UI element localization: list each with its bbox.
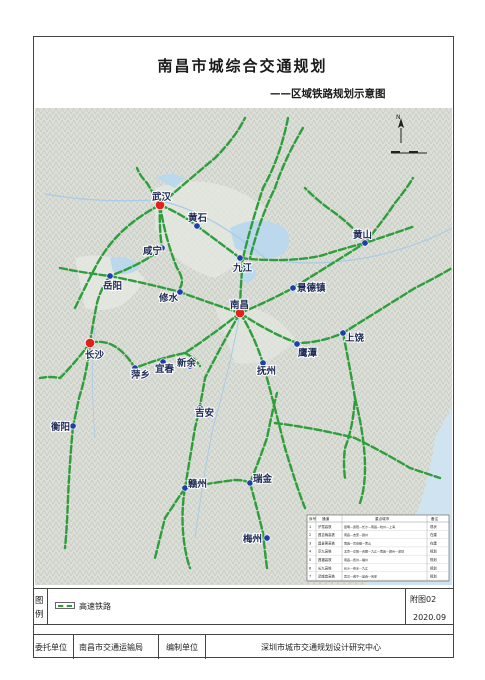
label-huangshi: 黄石 — [188, 212, 208, 224]
table-header-cities: 重点城市 — [375, 516, 390, 521]
table-header-route: 通道 — [322, 516, 330, 521]
label-yueyang: 岳阳 — [103, 280, 122, 292]
svg-text:N: N — [396, 114, 401, 121]
label-major-wuhan: 武汉 — [152, 191, 172, 203]
table-cell-no: 3 — [309, 541, 311, 545]
table-cell-cities: 长沙—修水—九江 — [344, 565, 368, 570]
route-table: 1 沪昆高铁 昆明—贵阳—长沙—南昌—杭州—上海 现状2 昌吉赣高铁 南昌—吉安—赣州 在建… — [306, 514, 450, 582]
table-cell-route: 昌吉赣高铁 — [318, 532, 336, 537]
table-cell-no: 2 — [309, 533, 311, 537]
figure-number: 附图02 — [410, 595, 437, 604]
client-label: 委托单位 — [35, 643, 67, 652]
label-jingdezhen: 景德镇 — [296, 282, 326, 294]
table-cell-route: 昌福高铁 — [318, 557, 332, 562]
label-meizhou: 梅州 — [243, 533, 262, 545]
city-dot-yingtan — [293, 340, 301, 348]
figure-date: 2020.09 — [413, 613, 447, 622]
client-name: 南昌市交通运输局 — [79, 643, 143, 652]
major-city-dot-changsha — [84, 337, 96, 349]
table-cell-cities: 南昌—景德镇—黄山 — [344, 540, 371, 545]
table-cell-note: 现状 — [430, 524, 437, 529]
table-cell-note: 在建 — [430, 532, 437, 537]
label-jiujiang: 九江 — [232, 262, 253, 274]
author-name: 深圳市城市交通规划设计研究中心 — [261, 643, 381, 652]
label-yingtan: 鹰潭 — [298, 347, 318, 359]
table-cell-note: 规划 — [430, 549, 437, 554]
table-header-note: 备注 — [431, 516, 439, 521]
legend-heading: 图例 — [35, 596, 44, 620]
label-xinyu: 新余 — [177, 357, 197, 369]
city-dot-yueyang — [106, 272, 114, 280]
table-cell-cities: 南昌—抚州—福州 — [344, 557, 368, 562]
label-hengyang: 衡阳 — [51, 421, 70, 433]
city-dot-meizhou — [263, 534, 271, 542]
table-cell-cities: 南昌—吉安—赣州 — [344, 532, 368, 537]
table-cell-no: 4 — [309, 550, 311, 554]
legend-item-label: 高速铁路 — [79, 602, 111, 611]
table-cell-note: 规划 — [430, 557, 437, 562]
table-cell-no: 1 — [309, 525, 311, 529]
page-subtitle: ——区域铁路规划示意图 — [270, 88, 386, 100]
table-cell-cities: 北京—阜阳—合肥—九江—南昌—赣州—深圳 — [344, 549, 404, 554]
table-cell-note: 在建 — [430, 540, 437, 545]
label-huangshan: 黄山 — [353, 229, 372, 241]
table-cell-no: 7 — [309, 575, 311, 579]
table-cell-route: 昌景黄高铁 — [318, 540, 336, 545]
city-dot-hengyang — [69, 422, 77, 430]
legend-swatch — [55, 602, 75, 609]
table-cell-cities: 武汉—咸宁—宜春—吉安 — [344, 574, 377, 579]
table-cell-route: 沪昆高铁 — [318, 524, 332, 529]
table-cell-note: 规划 — [430, 574, 437, 579]
table-cell-route: 武咸宜高铁 — [318, 574, 336, 579]
label-fuzhou: 抚州 — [257, 365, 276, 377]
city-dot-jiujiang — [236, 254, 244, 262]
label-xianning: 咸宁 — [142, 245, 163, 257]
table-cell-no: 6 — [309, 566, 311, 570]
table-cell-cities: 昆明—贵阳—长沙—南昌—杭州—上海 — [344, 524, 395, 529]
label-jian: 吉安 — [195, 407, 215, 419]
label-pingxiang: 萍乡 — [131, 369, 150, 381]
table-cell-note: 规划 — [430, 565, 437, 570]
table-cell-no: 5 — [309, 558, 311, 562]
table-cell-route: 京九高铁 — [318, 549, 332, 554]
label-shangrao: 上饶 — [345, 332, 365, 344]
table-header-no: 序号 — [309, 516, 317, 521]
label-major-nanchang: 南昌 — [230, 299, 249, 311]
table-cell-route: 长九高铁 — [318, 565, 332, 570]
legend-row: 图例 高速铁路 附图02 2020.09 — [33, 588, 454, 625]
label-ganzhou: 赣州 — [188, 478, 207, 490]
label-major-changsha: 长沙 — [85, 349, 105, 361]
label-ruijin: 瑞金 — [253, 473, 273, 485]
page-title: 南昌市城综合交通规划 — [157, 57, 328, 75]
regional-rail-map: 武汉 南昌 长沙 黄石 咸宁 岳阳 修水 九江 黄山 景德镇 鹰潭 上饶 萍乡 … — [35, 108, 452, 585]
city-dot-jingdezhen — [289, 284, 297, 292]
credits-row: 委托单位 南昌市交通运输局 编制单位 深圳市城市交通规划设计研究中心 — [33, 634, 454, 659]
label-xiushui: 修水 — [158, 292, 179, 304]
label-yichun: 宜春 — [155, 363, 175, 375]
author-label: 编制单位 — [166, 643, 198, 652]
